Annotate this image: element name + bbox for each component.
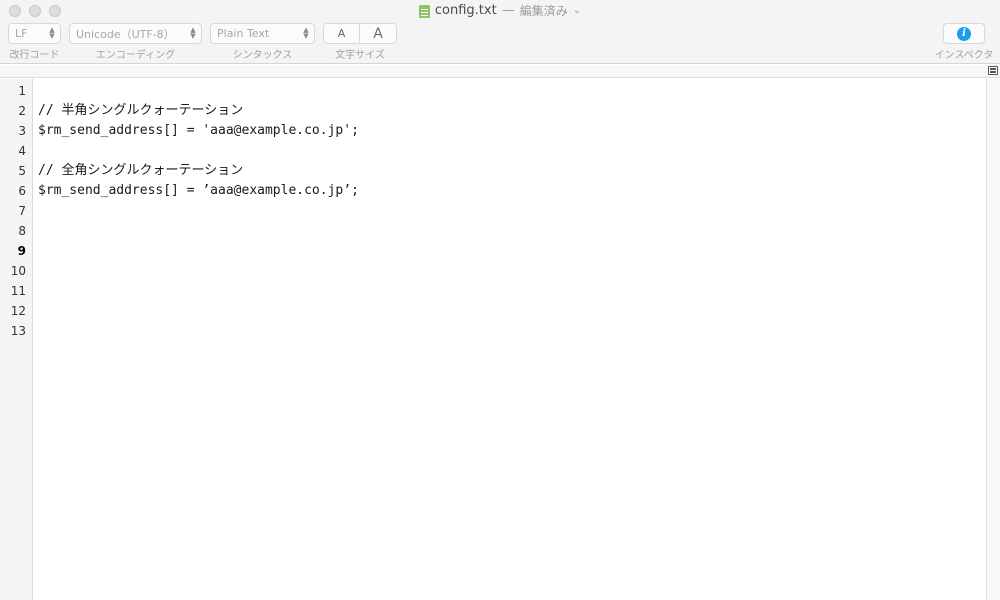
line-ending-group: LF ▲ ▼ 改行コード xyxy=(8,23,61,61)
line-number: 4 xyxy=(18,144,26,158)
title-separator: — xyxy=(501,3,515,18)
font-size-label: 文字サイズ xyxy=(335,50,385,61)
line-number: 11 xyxy=(10,284,26,298)
line-ending-value: LF xyxy=(15,27,28,40)
line-number: 1 xyxy=(18,84,26,98)
line-number-current: 9 xyxy=(17,244,26,258)
edited-status: 編集済み xyxy=(519,4,568,18)
encoding-label: エンコーディング xyxy=(95,50,176,61)
text-document-icon xyxy=(418,4,430,18)
chevron-down-icon[interactable]: ⌄ xyxy=(573,2,581,20)
vertical-scrollbar[interactable] xyxy=(986,79,1000,600)
syntax-group: Plain Text ▲ ▼ シンタックス xyxy=(210,23,315,61)
editor-window: config.txt — 編集済み ⌄ LF ▲ ▼ 改行コード Unicode（… xyxy=(0,0,1000,600)
syntax-select[interactable]: Plain Text ▲ ▼ xyxy=(210,23,315,44)
stepper-icon: ▲ ▼ xyxy=(49,26,55,40)
line-number-gutter: 1 2 3 4 5 6 7 8 9 10 11 12 13 xyxy=(0,79,33,600)
line-number: 12 xyxy=(10,304,26,318)
line-ending-label: 改行コード xyxy=(9,50,60,61)
info-icon: i xyxy=(957,26,971,41)
inspector-button[interactable]: i xyxy=(943,23,985,44)
code-line[interactable]: // 全角シングルクォーテーション xyxy=(38,161,243,181)
line-number: 6 xyxy=(18,184,26,198)
editor-area: 1 2 3 4 5 6 7 8 9 10 11 12 13 // 半角シングルク… xyxy=(0,65,1000,600)
line-number: 2 xyxy=(18,104,26,118)
encoding-value: Unicode（UTF-8） xyxy=(76,27,175,41)
code-line[interactable]: $rm_send_address[] = 'aaa@example.co.jp'… xyxy=(38,121,359,141)
syntax-label: シンタックス xyxy=(232,50,293,61)
smaller-font-button[interactable]: A xyxy=(323,23,360,44)
line-number: 5 xyxy=(18,164,26,178)
line-number: 10 xyxy=(10,264,26,278)
line-number: 8 xyxy=(18,224,26,238)
font-size-buttons: A A xyxy=(323,23,397,44)
line-ending-select[interactable]: LF ▲ ▼ xyxy=(8,23,61,44)
navigation-bar xyxy=(0,65,1000,78)
syntax-value: Plain Text xyxy=(217,27,270,40)
line-number: 13 xyxy=(10,324,26,338)
larger-font-button[interactable]: A xyxy=(360,23,397,44)
encoding-select[interactable]: Unicode（UTF-8） ▲ ▼ xyxy=(69,23,202,44)
stepper-icon: ▲ ▼ xyxy=(190,26,196,40)
window-title[interactable]: config.txt — 編集済み ⌄ xyxy=(0,2,1000,20)
code-line[interactable]: $rm_send_address[] = ’aaa@example.co.jp’… xyxy=(38,181,359,201)
code-line[interactable]: // 半角シングルクォーテーション xyxy=(38,101,243,121)
line-number: 3 xyxy=(18,124,26,138)
line-number: 7 xyxy=(18,204,26,218)
inspector-label: インスペクタ xyxy=(934,50,994,61)
split-editor-icon[interactable] xyxy=(988,66,998,75)
font-size-group: A A 文字サイズ xyxy=(323,23,397,61)
encoding-group: Unicode（UTF-8） ▲ ▼ エンコーディング xyxy=(69,23,202,61)
title-toolbar: config.txt — 編集済み ⌄ LF ▲ ▼ 改行コード Unicode（… xyxy=(0,0,1000,64)
file-name: config.txt xyxy=(434,3,497,18)
stepper-icon: ▲ ▼ xyxy=(303,26,309,40)
inspector-group: i インスペクタ xyxy=(932,23,996,61)
